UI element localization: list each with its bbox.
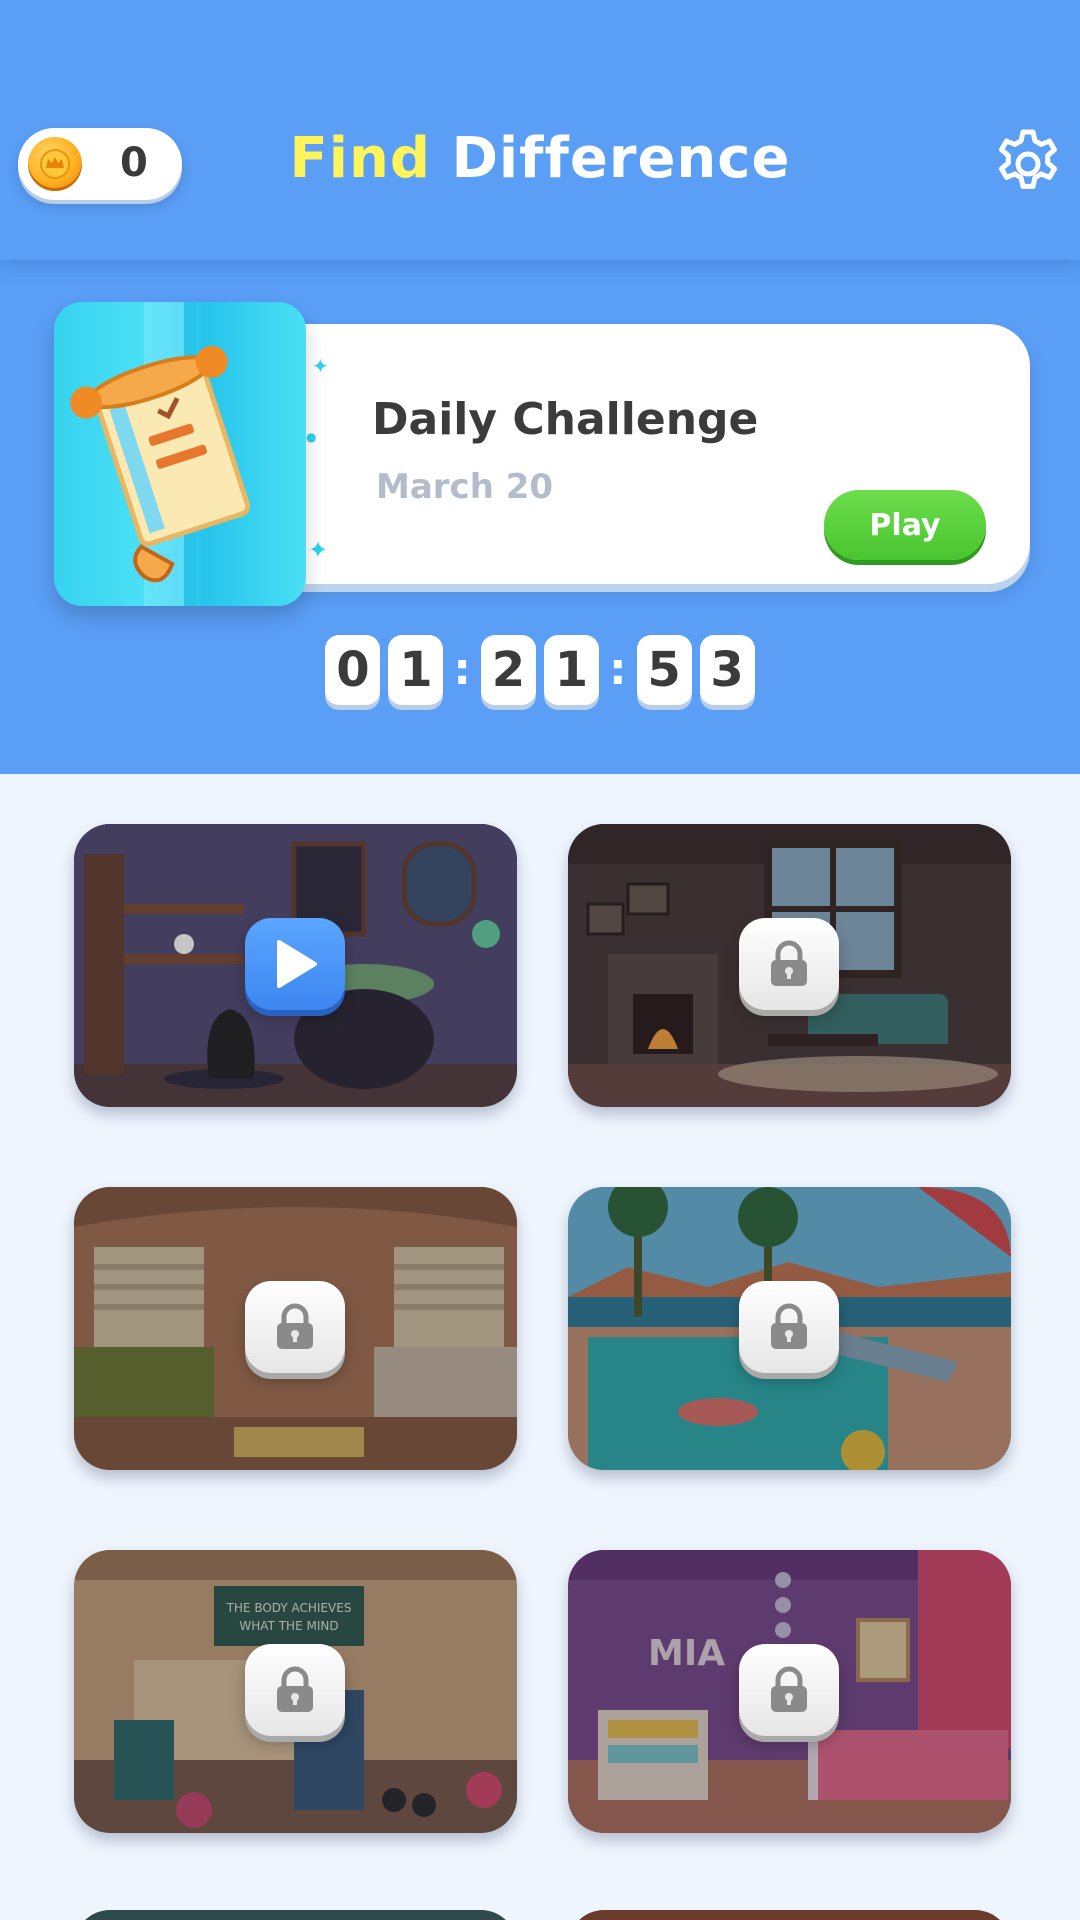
timer-separator: :	[453, 644, 471, 695]
level-card-8-partial[interactable]	[568, 1910, 1011, 1920]
level-card-6[interactable]: MIA	[568, 1550, 1011, 1833]
sparkle-icon: ●	[306, 430, 317, 444]
level-card-1[interactable]	[74, 824, 517, 1107]
daily-challenge-title: Daily Challenge	[372, 394, 759, 445]
level-card-7-partial[interactable]	[74, 1910, 517, 1920]
title-find: Find	[289, 126, 431, 191]
level-card-4[interactable]	[568, 1187, 1011, 1470]
daily-challenge-date: March 20	[376, 467, 554, 507]
timer-digit: 0	[325, 635, 381, 705]
sparkle-icon: ✦	[308, 536, 329, 564]
timer-digit: 2	[481, 635, 536, 705]
level-card-3[interactable]	[74, 1187, 517, 1470]
daily-challenge-section: Daily Challenge March 20 Play ✦ ● ● ✦ 0 …	[0, 250, 1080, 774]
page-title: Find Difference	[0, 126, 1080, 191]
lock-icon	[245, 1644, 345, 1736]
gear-icon[interactable]	[990, 126, 1066, 202]
timer-digit: 5	[636, 635, 692, 705]
level-card-2[interactable]	[568, 824, 1011, 1107]
timer-digit: 3	[699, 635, 755, 705]
level-card-5[interactable]: THE BODY ACHIEVES WHAT THE MIND	[74, 1550, 517, 1833]
countdown-timer: 0 1 : 2 1 : 5 3	[0, 635, 1080, 705]
top-bar: 0 Find Difference	[0, 0, 1080, 260]
lock-icon	[739, 1281, 839, 1373]
title-difference: Difference	[451, 126, 791, 191]
timer-digit: 1	[388, 635, 444, 705]
lock-icon	[739, 1644, 839, 1736]
scroll-icon	[70, 302, 251, 606]
daily-play-button[interactable]: Play	[824, 490, 986, 560]
timer-separator: :	[609, 644, 627, 695]
timer-digit: 1	[544, 635, 599, 705]
daily-challenge-card[interactable]: Daily Challenge March 20 Play	[225, 324, 1030, 584]
sparkle-icon: ✦	[312, 354, 329, 378]
scroll-icon-tile	[54, 302, 306, 606]
lock-icon	[245, 1281, 345, 1373]
play-icon[interactable]	[245, 918, 345, 1010]
lock-icon	[739, 918, 839, 1010]
